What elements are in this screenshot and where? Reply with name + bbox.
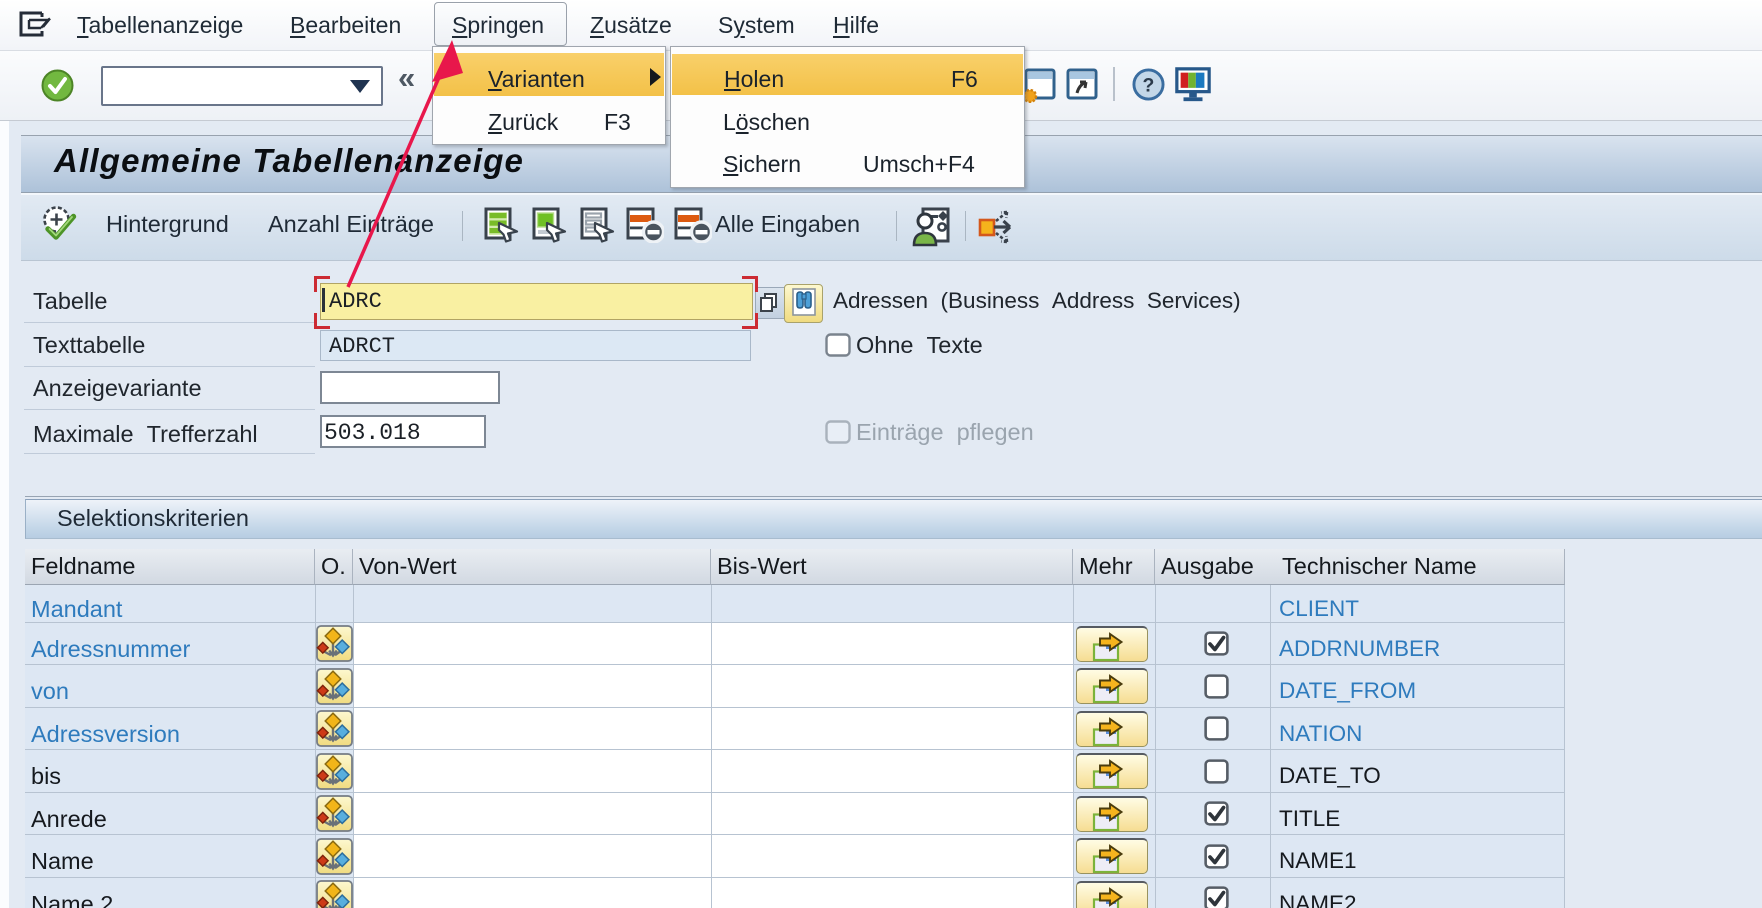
svg-text:?: ? (1143, 74, 1155, 96)
